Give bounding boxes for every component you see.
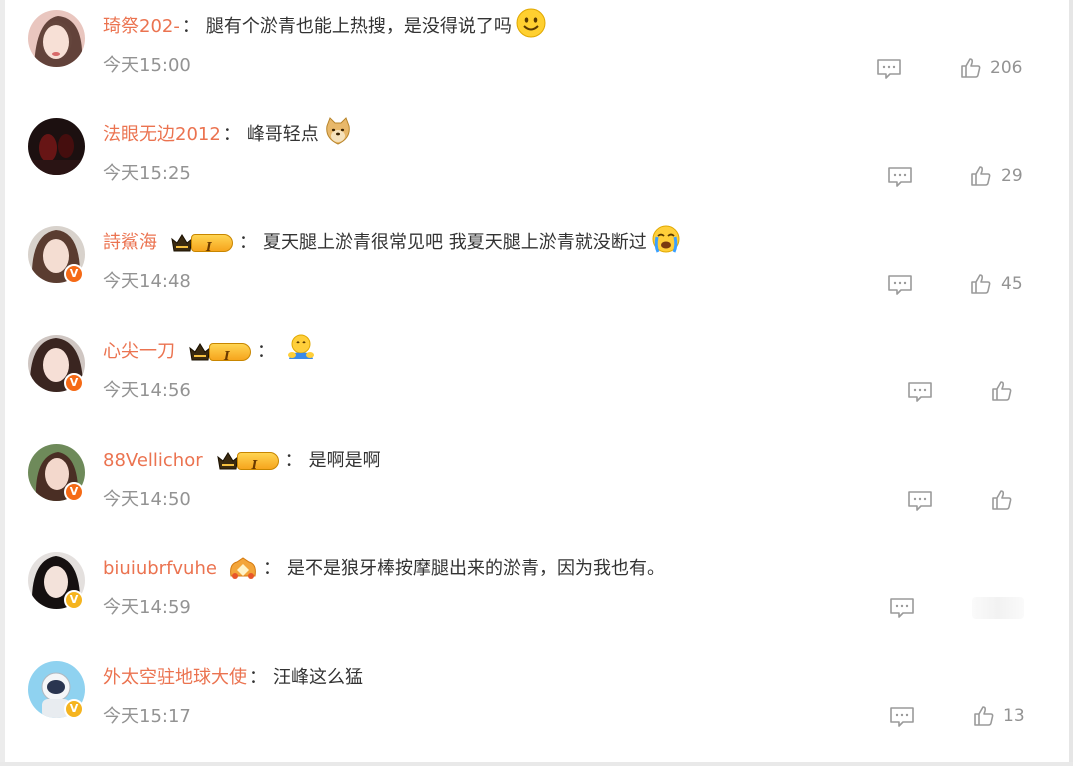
thumbs-up-icon[interactable] bbox=[970, 165, 992, 187]
comment-header: 法眼无边2012 ： 峰哥轻点 bbox=[103, 117, 353, 148]
like-count: 29 bbox=[1001, 166, 1023, 186]
comment-header: biuiubrfvuhe ： 是不是狼牙棒按摩腿出来的淤青，因为我也有。 bbox=[103, 556, 665, 582]
comment-time: 今天14:48 bbox=[103, 271, 191, 292]
like-area-placeholder[interactable] bbox=[972, 597, 1024, 619]
like-count: 45 bbox=[1001, 274, 1023, 294]
like-count: 206 bbox=[990, 58, 1023, 78]
avatar[interactable] bbox=[28, 118, 85, 175]
comment-username[interactable]: 琦祭202- bbox=[103, 14, 180, 40]
reply-icon[interactable] bbox=[907, 381, 933, 403]
reply-icon[interactable] bbox=[876, 58, 902, 80]
comment-colon: ： bbox=[222, 124, 241, 145]
verified-badge-icon: V bbox=[64, 264, 84, 284]
comment-header: 琦祭202- ： 腿有个淤青也能上热搜，是没得说了吗 bbox=[103, 8, 546, 40]
member-crown-badge-icon[interactable]: I bbox=[189, 342, 251, 363]
comment-colon: ： bbox=[239, 232, 257, 253]
comment-text: 是啊是啊 bbox=[308, 450, 381, 471]
comment-time: 今天14:56 bbox=[103, 380, 191, 401]
like-count: 13 bbox=[1003, 706, 1025, 726]
verified-badge-icon: V bbox=[64, 482, 84, 502]
reply-icon[interactable] bbox=[887, 274, 913, 296]
comment-username[interactable]: 88Vellichor bbox=[103, 448, 203, 474]
comment-text: 汪峰这么猛 bbox=[273, 667, 363, 688]
comment-item: V 外太空驻地球大使 ： 汪峰这么猛 今天15:17 13 bbox=[0, 661, 1073, 765]
verified-badge-icon: V bbox=[64, 590, 84, 610]
reply-icon[interactable] bbox=[889, 706, 915, 728]
doge-emoji-icon bbox=[323, 116, 353, 154]
comment-item: 法眼无边2012 ： 峰哥轻点 今天15:25 29 bbox=[0, 117, 1073, 222]
comment-text: 是不是狼牙棒按摩腿出来的淤青，因为我也有。 bbox=[286, 558, 665, 579]
comment-colon: ： bbox=[181, 16, 200, 37]
comment-header: 88Vellichor I ： 是啊是啊 bbox=[103, 448, 381, 474]
member-crown-badge-icon[interactable]: I bbox=[171, 233, 233, 254]
verified-badge-icon: V bbox=[64, 373, 84, 393]
badge-level: I bbox=[206, 240, 212, 254]
comment-username[interactable]: 心尖一刀 bbox=[103, 339, 175, 365]
verified-badge-icon: V bbox=[64, 699, 84, 719]
comment-item: V biuiubrfvuhe ： 是不是狼牙棒按摩腿出来的淤青，因为我也有。 今… bbox=[0, 552, 1073, 656]
comment-text: 峰哥轻点 bbox=[246, 124, 319, 145]
thumbs-up-icon[interactable] bbox=[991, 380, 1013, 402]
comment-colon: ： bbox=[249, 667, 267, 688]
comment-colon: ： bbox=[284, 450, 303, 471]
fan-badge-icon[interactable] bbox=[227, 556, 259, 582]
thumbs-up-icon[interactable] bbox=[960, 57, 982, 79]
comment-time: 今天14:50 bbox=[103, 489, 191, 510]
member-crown-badge-icon[interactable]: I bbox=[216, 451, 279, 472]
comment-time: 今天15:25 bbox=[103, 163, 191, 184]
comment-time: 今天15:00 bbox=[103, 55, 191, 76]
comment-item: V 心尖一刀 I ： 今天14:56 bbox=[0, 334, 1073, 439]
comment-text: 腿有个淤青也能上热搜，是没得说了吗 bbox=[205, 16, 512, 37]
crying-emoji-icon bbox=[651, 224, 681, 262]
badge-level: I bbox=[251, 458, 258, 472]
comment-text: 夏天腿上淤青很常见吧 我夏天腿上淤青就没断过 bbox=[263, 232, 647, 253]
comment-colon: ： bbox=[262, 558, 281, 579]
comment-header: 詩鯊海 I ： 夏天腿上淤青很常见吧 我夏天腿上淤青就没断过 bbox=[103, 225, 681, 256]
comment-username[interactable]: biuiubrfvuhe bbox=[103, 556, 217, 582]
comment-item: V 詩鯊海 I ： 夏天腿上淤青很常见吧 我夏天腿上淤青就没断过 今天14:48… bbox=[0, 225, 1073, 330]
thumbs-up-icon[interactable] bbox=[973, 705, 995, 727]
thumbs-up-icon[interactable] bbox=[991, 489, 1013, 511]
comment-item: V 88Vellichor I ： 是啊是啊 今天14:50 bbox=[0, 444, 1073, 548]
comment-item: 琦祭202- ： 腿有个淤青也能上热搜，是没得说了吗 今天15:00 206 bbox=[0, 8, 1073, 114]
smile-emoji-icon bbox=[516, 8, 546, 46]
avatar[interactable] bbox=[28, 10, 85, 67]
comment-header: 外太空驻地球大使 ： 汪峰这么猛 bbox=[103, 665, 363, 691]
comment-time: 今天14:59 bbox=[103, 597, 191, 618]
reply-icon[interactable] bbox=[887, 166, 913, 188]
reply-icon[interactable] bbox=[907, 490, 933, 512]
comment-time: 今天15:17 bbox=[103, 706, 191, 727]
comment-username[interactable]: 詩鯊海 bbox=[103, 230, 157, 256]
comment-colon: ： bbox=[257, 341, 275, 362]
reply-icon[interactable] bbox=[889, 597, 915, 619]
comment-username[interactable]: 外太空驻地球大使 bbox=[103, 665, 247, 691]
comment-header: 心尖一刀 I ： bbox=[103, 334, 317, 365]
hug-emoji-icon bbox=[285, 333, 317, 371]
badge-level: I bbox=[224, 349, 230, 363]
thumbs-up-icon[interactable] bbox=[970, 273, 992, 295]
comment-username[interactable]: 法眼无边2012 bbox=[103, 122, 221, 148]
